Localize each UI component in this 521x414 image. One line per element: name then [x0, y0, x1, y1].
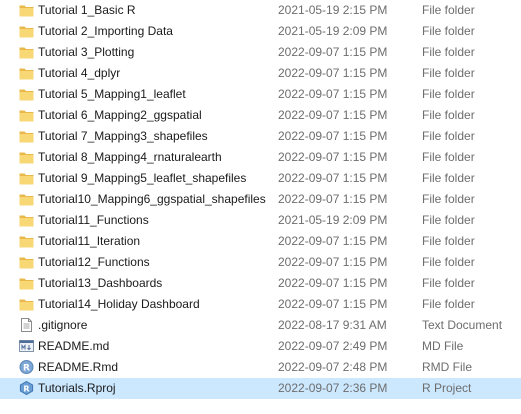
folder-icon — [19, 3, 34, 17]
file-type: File folder — [422, 171, 475, 185]
svg-text:R: R — [23, 364, 30, 374]
file-date-modified: 2021-05-19 2:09 PM — [278, 24, 388, 38]
file-type: File folder — [422, 213, 475, 227]
file-type: File folder — [422, 24, 475, 38]
file-row[interactable]: Tutorial 9_Mapping5_leaflet_shapefiles 2… — [0, 168, 521, 189]
file-row[interactable]: Tutorial11_Functions 2021-05-19 2:09 PM … — [0, 210, 521, 231]
file-type: File folder — [422, 234, 475, 248]
file-row[interactable]: Tutorial 2_Importing Data 2021-05-19 2:0… — [0, 21, 521, 42]
file-row[interactable]: Tutorial13_Dashboards 2022-09-07 1:15 PM… — [0, 273, 521, 294]
folder-icon — [19, 297, 34, 311]
file-row[interactable]: README.md 2022-09-07 2:49 PM MD File — [0, 336, 521, 357]
file-date-modified: 2022-09-07 1:15 PM — [278, 129, 388, 143]
file-date-modified: 2022-09-07 1:15 PM — [278, 171, 388, 185]
file-type: R Project — [422, 381, 472, 395]
file-date-modified: 2021-05-19 2:09 PM — [278, 213, 388, 227]
folder-icon — [19, 150, 34, 164]
file-date-modified: 2022-09-07 1:15 PM — [278, 150, 388, 164]
file-date-modified: 2022-09-07 2:36 PM — [278, 381, 388, 395]
file-row[interactable]: .gitignore 2022-08-17 9:31 AM Text Docum… — [0, 315, 521, 336]
file-type: File folder — [422, 276, 475, 290]
file-name: Tutorial 9_Mapping5_leaflet_shapefiles — [38, 171, 247, 185]
folder-icon — [19, 24, 34, 38]
file-type: File folder — [422, 66, 475, 80]
file-type: File folder — [422, 192, 475, 206]
folder-icon — [19, 276, 34, 290]
folder-icon — [19, 255, 34, 269]
folder-icon — [19, 108, 34, 122]
folder-icon — [19, 192, 34, 206]
file-name: Tutorial 8_Mapping4_rnaturalearth — [38, 150, 222, 164]
file-row[interactable]: Tutorial 5_Mapping1_leaflet 2022-09-07 1… — [0, 84, 521, 105]
markdown-file-icon — [19, 339, 34, 353]
file-name: Tutorial11_Iteration — [38, 234, 141, 248]
file-name: README.Rmd — [38, 360, 119, 374]
file-date-modified: 2022-09-07 1:15 PM — [278, 87, 388, 101]
file-name: Tutorial10_Mapping6_ggspatial_shapefiles — [38, 192, 266, 206]
file-date-modified: 2022-09-07 1:15 PM — [278, 192, 388, 206]
file-type: RMD File — [422, 360, 472, 374]
file-row[interactable]: Tutorial 6_Mapping2_ggspatial 2022-09-07… — [0, 105, 521, 126]
file-name: Tutorial13_Dashboards — [38, 276, 163, 290]
text-document-icon — [19, 318, 34, 332]
file-type: File folder — [422, 297, 475, 311]
file-name: .gitignore — [38, 318, 88, 332]
folder-icon — [19, 66, 34, 80]
file-date-modified: 2022-09-07 1:15 PM — [278, 255, 388, 269]
file-type: File folder — [422, 255, 475, 269]
file-type: File folder — [422, 129, 475, 143]
file-row[interactable]: Tutorial11_Iteration 2022-09-07 1:15 PM … — [0, 231, 521, 252]
file-name: Tutorial 2_Importing Data — [38, 24, 173, 38]
file-name: Tutorial 1_Basic R — [38, 3, 136, 17]
file-row-selected[interactable]: R Tutorials.Rproj 2022-09-07 2:36 PM R P… — [0, 378, 521, 399]
folder-icon — [19, 129, 34, 143]
file-date-modified: 2022-09-07 2:49 PM — [278, 339, 388, 353]
folder-icon — [19, 87, 34, 101]
folder-icon — [19, 234, 34, 248]
rmd-file-icon: R — [19, 360, 34, 374]
file-name: Tutorials.Rproj — [38, 381, 116, 395]
file-date-modified: 2022-08-17 9:31 AM — [278, 318, 387, 332]
file-date-modified: 2022-09-07 1:15 PM — [278, 276, 388, 290]
folder-icon — [19, 171, 34, 185]
file-row[interactable]: Tutorial 3_Plotting 2022-09-07 1:15 PM F… — [0, 42, 521, 63]
file-date-modified: 2022-09-07 2:48 PM — [278, 360, 388, 374]
file-date-modified: 2022-09-07 1:15 PM — [278, 234, 388, 248]
folder-icon — [19, 213, 34, 227]
file-type: File folder — [422, 108, 475, 122]
folder-icon — [19, 45, 34, 59]
file-row[interactable]: Tutorial14_Holiday Dashboard 2022-09-07 … — [0, 294, 521, 315]
file-row[interactable]: Tutorial10_Mapping6_ggspatial_shapefiles… — [0, 189, 521, 210]
file-row[interactable]: Tutorial 1_Basic R 2021-05-19 2:15 PM Fi… — [0, 0, 521, 21]
file-type: File folder — [422, 150, 475, 164]
file-date-modified: 2022-09-07 1:15 PM — [278, 45, 388, 59]
file-name: Tutorial 6_Mapping2_ggspatial — [38, 108, 202, 122]
file-name: Tutorial12_Functions — [38, 255, 150, 269]
file-row[interactable]: Tutorial 4_dplyr 2022-09-07 1:15 PM File… — [0, 63, 521, 84]
file-row[interactable]: Tutorial 7_Mapping3_shapefiles 2022-09-0… — [0, 126, 521, 147]
file-type: File folder — [422, 87, 475, 101]
rproj-file-icon: R — [19, 381, 34, 395]
file-name: Tutorial 7_Mapping3_shapefiles — [38, 129, 208, 143]
file-type: MD File — [422, 339, 464, 353]
file-list: Tutorial 1_Basic R 2021-05-19 2:15 PM Fi… — [0, 0, 521, 399]
file-name: Tutorial 5_Mapping1_leaflet — [38, 87, 186, 101]
file-date-modified: 2021-05-19 2:15 PM — [278, 3, 388, 17]
file-row[interactable]: Tutorial 8_Mapping4_rnaturalearth 2022-0… — [0, 147, 521, 168]
file-date-modified: 2022-09-07 1:15 PM — [278, 66, 388, 80]
file-type: Text Document — [422, 318, 503, 332]
file-row[interactable]: Tutorial12_Functions 2022-09-07 1:15 PM … — [0, 252, 521, 273]
file-type: File folder — [422, 45, 475, 59]
file-type: File folder — [422, 3, 475, 17]
file-name: Tutorial11_Functions — [38, 213, 149, 227]
svg-text:R: R — [23, 384, 29, 393]
file-row[interactable]: R README.Rmd 2022-09-07 2:48 PM RMD File — [0, 357, 521, 378]
file-name: Tutorial14_Holiday Dashboard — [38, 297, 200, 311]
file-name: Tutorial 3_Plotting — [38, 45, 135, 59]
file-date-modified: 2022-09-07 1:15 PM — [278, 108, 388, 122]
file-name: Tutorial 4_dplyr — [38, 66, 121, 80]
file-date-modified: 2022-09-07 1:15 PM — [278, 297, 388, 311]
file-name: README.md — [38, 339, 110, 353]
